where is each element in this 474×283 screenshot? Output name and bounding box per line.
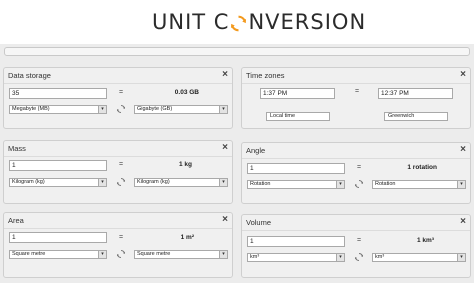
value-input[interactable]: 1 bbox=[247, 163, 345, 174]
from-unit-select[interactable]: Megabyte (MB) ▾ bbox=[9, 105, 107, 114]
swap-units-icon[interactable] bbox=[116, 177, 126, 187]
chevron-down-icon: ▾ bbox=[457, 181, 465, 188]
result-value: 1 rotation bbox=[407, 164, 437, 171]
from-unit-value: km³ bbox=[250, 254, 260, 260]
to-unit-select[interactable]: Square metre ▾ bbox=[134, 250, 228, 259]
to-unit-value: Gigabyte (GB) bbox=[137, 106, 173, 112]
to-unit-select[interactable]: Gigabyte (GB) ▾ bbox=[134, 105, 228, 114]
panel-title: Angle bbox=[246, 146, 266, 155]
result-value: 1 m² bbox=[180, 234, 194, 241]
equals-sign: = bbox=[357, 164, 362, 171]
to-unit-value: Square metre bbox=[137, 251, 171, 257]
equals-sign: = bbox=[357, 237, 362, 244]
from-unit-select[interactable]: Kilogram (kg) ▾ bbox=[9, 178, 107, 187]
panel-header: Mass × bbox=[4, 141, 232, 157]
value-input[interactable]: 1 bbox=[9, 232, 107, 243]
panel-header: Volume × bbox=[242, 215, 470, 231]
time-zones-panel: Time zones × 1:37 PM = 12:37 PM Local ti… bbox=[241, 67, 471, 129]
to-unit-select[interactable]: Rotation ▾ bbox=[372, 180, 466, 189]
chevron-down-icon: ▾ bbox=[336, 254, 344, 261]
from-unit-value: Rotation bbox=[250, 181, 271, 187]
data-storage-panel: Data storage × 35 = 0.03 GB Megabyte (MB… bbox=[3, 67, 233, 129]
panel-header: Data storage × bbox=[4, 68, 232, 84]
to-zone-label[interactable]: Greenwich bbox=[384, 112, 448, 121]
to-unit-value: km³ bbox=[375, 254, 385, 260]
swap-units-icon[interactable] bbox=[116, 104, 126, 114]
swap-units-icon[interactable] bbox=[116, 249, 126, 259]
equals-sign: = bbox=[119, 161, 124, 168]
panel-header: Angle × bbox=[242, 143, 470, 159]
chevron-down-icon: ▾ bbox=[219, 179, 227, 186]
title-text-start: UNIT C bbox=[152, 10, 230, 34]
area-panel: Area × 1 = 1 m² Square metre ▾ Square me… bbox=[3, 212, 233, 278]
close-icon[interactable]: × bbox=[460, 144, 466, 156]
to-unit-select[interactable]: Kilogram (kg) ▾ bbox=[134, 178, 228, 187]
angle-panel: Angle × 1 = 1 rotation Rotation ▾ Rotati… bbox=[241, 142, 471, 204]
chevron-down-icon: ▾ bbox=[219, 106, 227, 113]
title-text-end: NVERSION bbox=[248, 10, 367, 34]
from-unit-value: Square metre bbox=[12, 251, 46, 257]
greenwich-time-input[interactable]: 12:37 PM bbox=[378, 88, 453, 99]
value-input[interactable]: 35 bbox=[9, 88, 107, 99]
close-icon[interactable]: × bbox=[222, 69, 228, 81]
close-icon[interactable]: × bbox=[222, 214, 228, 226]
to-unit-value: Rotation bbox=[375, 181, 396, 187]
swap-units-icon[interactable] bbox=[354, 252, 364, 262]
chevron-down-icon: ▾ bbox=[98, 251, 106, 258]
local-time-input[interactable]: 1:37 PM bbox=[260, 88, 335, 99]
panel-title: Mass bbox=[8, 144, 26, 153]
search-bar[interactable] bbox=[4, 47, 470, 56]
value-input[interactable]: 1 bbox=[247, 236, 345, 247]
chevron-down-icon: ▾ bbox=[336, 181, 344, 188]
from-unit-select[interactable]: Square metre ▾ bbox=[9, 250, 107, 259]
equals-sign: = bbox=[119, 234, 124, 241]
chevron-down-icon: ▾ bbox=[219, 251, 227, 258]
from-unit-select[interactable]: km³ ▾ bbox=[247, 253, 345, 262]
panel-header: Area × bbox=[4, 213, 232, 229]
value-input[interactable]: 1 bbox=[9, 160, 107, 171]
panel-title: Volume bbox=[246, 218, 272, 227]
result-value: 1 km³ bbox=[417, 237, 434, 244]
close-icon[interactable]: × bbox=[460, 69, 466, 81]
from-unit-value: Kilogram (kg) bbox=[12, 179, 45, 185]
from-zone-label[interactable]: Local time bbox=[266, 112, 330, 121]
result-value: 1 kg bbox=[178, 161, 192, 168]
panel-title: Area bbox=[8, 216, 24, 225]
panel-title: Time zones bbox=[246, 71, 285, 80]
mass-panel: Mass × 1 = 1 kg Kilogram (kg) ▾ Kilogram… bbox=[3, 140, 233, 204]
from-unit-select[interactable]: Rotation ▾ bbox=[247, 180, 345, 189]
panel-title: Data storage bbox=[8, 71, 51, 80]
equals-sign: = bbox=[355, 88, 360, 95]
result-value: 0.03 GB bbox=[174, 89, 199, 96]
app-title: UNIT C NVERSION bbox=[152, 10, 366, 34]
to-unit-select[interactable]: km³ ▾ bbox=[372, 253, 466, 262]
chevron-down-icon: ▾ bbox=[98, 106, 106, 113]
conversion-logo-icon bbox=[231, 15, 247, 31]
to-unit-value: Kilogram (kg) bbox=[137, 179, 170, 185]
panel-header: Time zones × bbox=[242, 68, 470, 84]
app-header: UNIT C NVERSION bbox=[0, 0, 474, 44]
close-icon[interactable]: × bbox=[460, 216, 466, 228]
from-unit-value: Megabyte (MB) bbox=[12, 106, 50, 112]
volume-panel: Volume × 1 = 1 km³ km³ ▾ km³ ▾ bbox=[241, 214, 471, 278]
chevron-down-icon: ▾ bbox=[98, 179, 106, 186]
close-icon[interactable]: × bbox=[222, 142, 228, 154]
swap-units-icon[interactable] bbox=[354, 179, 364, 189]
equals-sign: = bbox=[119, 89, 124, 96]
chevron-down-icon: ▾ bbox=[457, 254, 465, 261]
